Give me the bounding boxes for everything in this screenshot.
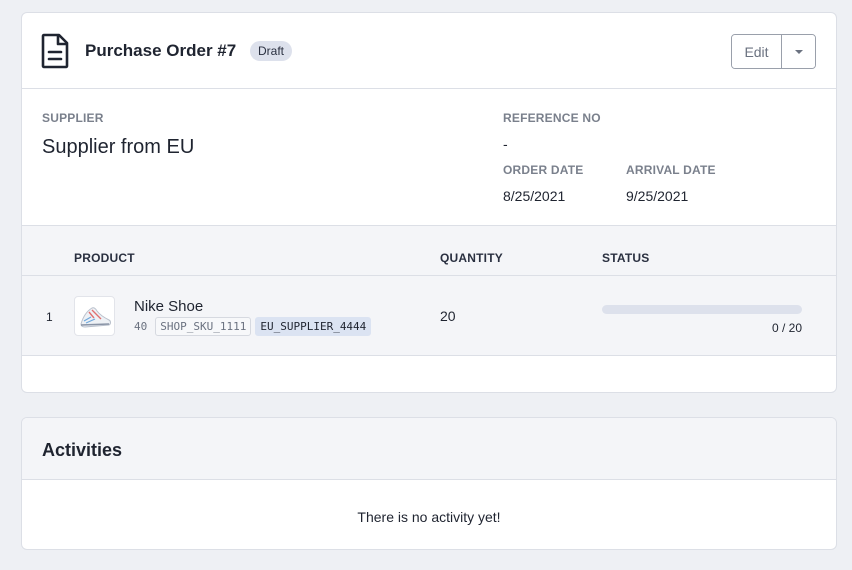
column-header-product: PRODUCT xyxy=(74,251,135,265)
supplier-sku-tag: EU_SUPPLIER_4444 xyxy=(255,317,372,336)
arrival-date-label: ARRIVAL DATE xyxy=(626,163,716,177)
sneaker-image xyxy=(80,307,111,328)
table-row[interactable]: 1 Nike Shoe 40 SHOP_SKU_1111 EU_SUPPLIER… xyxy=(22,276,836,356)
table-header: PRODUCT QUANTITY STATUS xyxy=(22,226,836,276)
order-date-label: ORDER DATE xyxy=(503,163,584,177)
edit-button-group: Edit xyxy=(731,34,816,69)
shop-sku-tag: SHOP_SKU_1111 xyxy=(155,317,252,336)
reference-label: REFERENCE NO xyxy=(503,111,601,125)
activities-header: Activities xyxy=(22,418,836,480)
product-meta: 40 SHOP_SKU_1111 EU_SUPPLIER_4444 xyxy=(134,317,372,336)
order-info: SUPPLIER Supplier from EU REFERENCE NO -… xyxy=(22,89,836,226)
status-badge: Draft xyxy=(250,41,293,61)
po-header: Purchase Order #7 Draft Edit xyxy=(22,13,836,89)
reference-value: - xyxy=(503,136,508,152)
row-index: 1 xyxy=(46,310,53,324)
supplier-value: Supplier from EU xyxy=(42,136,195,158)
edit-button[interactable]: Edit xyxy=(732,35,782,68)
quantity-value: 20 xyxy=(440,308,456,324)
column-header-quantity: QUANTITY xyxy=(440,251,503,265)
page-title: Purchase Order #7 xyxy=(85,41,237,60)
order-date-value: 8/25/2021 xyxy=(503,188,566,204)
arrival-date-value: 9/25/2021 xyxy=(626,188,689,204)
received-progress-bar xyxy=(602,305,802,314)
supplier-label: SUPPLIER xyxy=(42,111,104,125)
received-progress-text: 0 / 20 xyxy=(771,321,802,335)
activities-empty-message: There is no activity yet! xyxy=(357,509,501,525)
column-header-status: STATUS xyxy=(602,251,650,265)
document-icon xyxy=(41,33,69,69)
purchase-order-card: Purchase Order #7 Draft Edit SUPPLIER Su… xyxy=(21,12,837,393)
product-thumbnail xyxy=(74,296,115,336)
more-actions-dropdown[interactable] xyxy=(782,35,815,68)
product-variant-number: 40 xyxy=(134,320,148,333)
activities-title: Activities xyxy=(42,440,123,460)
activities-card: Activities There is no activity yet! xyxy=(21,417,837,550)
product-name[interactable]: Nike Shoe xyxy=(134,298,203,315)
